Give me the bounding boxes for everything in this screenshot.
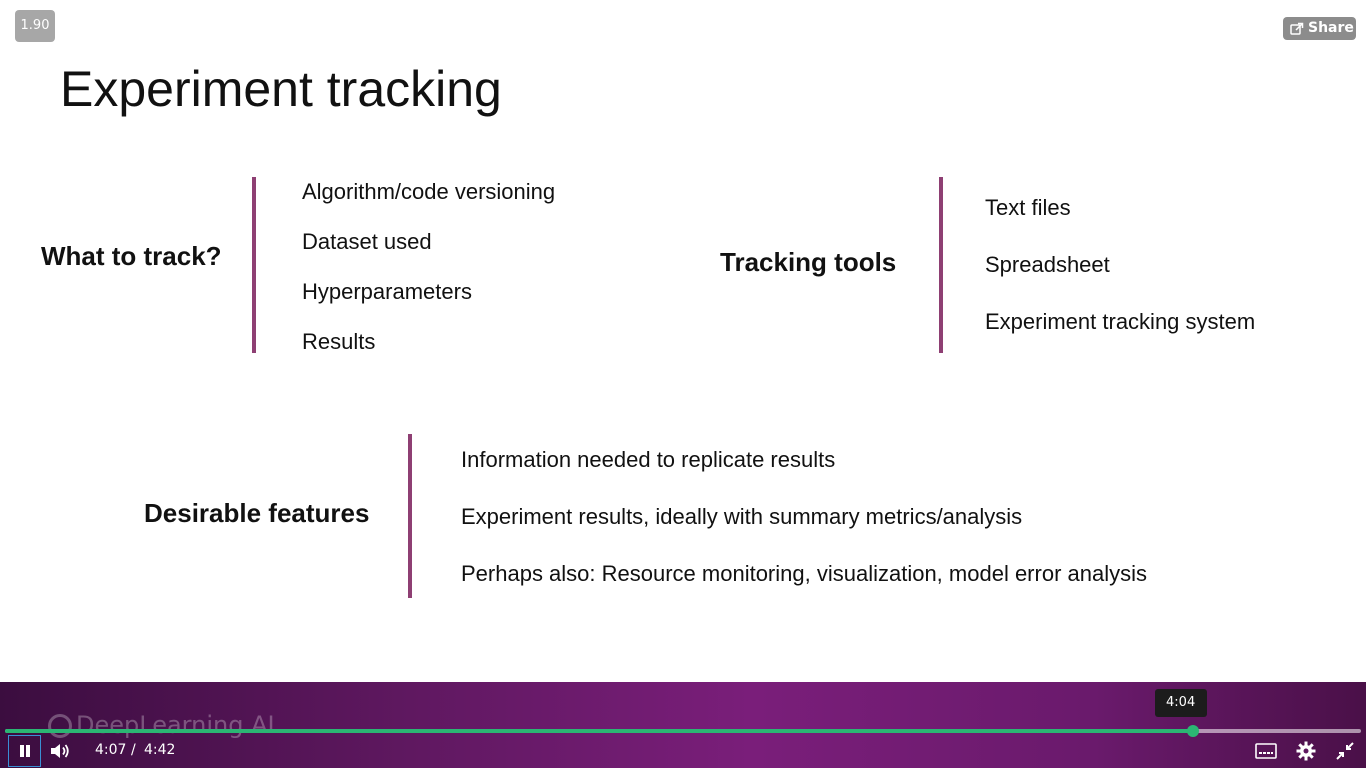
settings-button[interactable] [1294, 739, 1318, 763]
pause-icon [18, 744, 32, 758]
pause-button[interactable] [8, 735, 41, 767]
volume-button[interactable] [48, 739, 72, 763]
seek-bar[interactable] [5, 725, 1361, 737]
watermark-text: DeepLearning.AI [76, 711, 275, 739]
list-item: Dataset used [302, 229, 432, 254]
volume-icon [49, 742, 71, 760]
deeplearning-logo-icon [48, 714, 72, 738]
list-item: Information needed to replicate results [461, 447, 836, 472]
list-item: Experiment tracking system [985, 309, 1256, 334]
what-to-track-divider [252, 177, 256, 353]
watermark: DeepLearning.AI [48, 711, 275, 739]
captions-icon [1255, 743, 1277, 759]
list-item: Text files [985, 195, 1071, 220]
gear-icon [1296, 741, 1316, 761]
current-time: 4:07 [95, 742, 127, 758]
desirable-features-heading: Desirable features [144, 498, 370, 528]
seek-bar-handle[interactable] [1186, 725, 1199, 737]
list-item: Algorithm/code versioning [302, 179, 556, 204]
seek-bar-played [5, 729, 1193, 733]
share-icon [1290, 22, 1304, 35]
list-item: Spreadsheet [985, 252, 1110, 277]
desirable-features-divider [408, 434, 412, 598]
exit-fullscreen-button[interactable] [1333, 739, 1357, 763]
share-button[interactable]: Share [1283, 17, 1356, 40]
exit-fullscreen-icon [1336, 742, 1354, 760]
list-item: Experiment results, ideally with summary… [461, 504, 1023, 529]
tracking-tools-heading: Tracking tools [720, 247, 897, 277]
list-item: Results [302, 329, 376, 354]
time-separator: / [131, 742, 136, 758]
captions-button[interactable] [1254, 740, 1278, 762]
list-item: Hyperparameters [302, 279, 472, 304]
video-player[interactable]: 1.90 Share Experiment tracking What to t… [0, 0, 1366, 768]
playback-speed-badge[interactable]: 1.90 [15, 10, 55, 42]
what-to-track-heading: What to track? [41, 241, 222, 271]
list-item: Perhaps also: Resource monitoring, visua… [461, 561, 1147, 586]
share-label: Share [1308, 20, 1354, 36]
slide-title: Experiment tracking [60, 61, 502, 117]
duration: 4:42 [144, 742, 176, 758]
tracking-tools-divider [939, 177, 943, 353]
seek-hover-tooltip: 4:04 [1154, 689, 1207, 717]
